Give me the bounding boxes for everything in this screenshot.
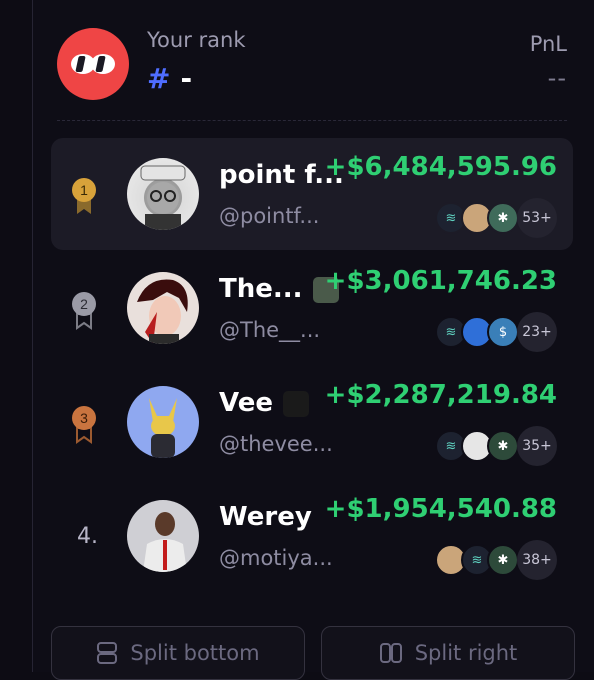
avatar[interactable] xyxy=(127,158,199,230)
more-tokens-badge[interactable]: 53+ xyxy=(517,198,557,238)
profile-badge-icon xyxy=(282,390,309,417)
trader-name[interactable]: The... xyxy=(219,274,339,304)
user-avatar xyxy=(57,28,129,100)
more-tokens-badge[interactable]: 38+ xyxy=(517,540,557,580)
token-avatar-icon: ✱ xyxy=(487,430,519,462)
token-stack[interactable]: ≋ ✱ 38+ xyxy=(435,540,557,580)
portrait-icon xyxy=(140,165,186,230)
avatar[interactable] xyxy=(127,386,199,458)
gold-medal-icon: 1 xyxy=(72,178,96,214)
split-bottom-label: Split bottom xyxy=(130,641,260,665)
bronze-medal-icon: 3 xyxy=(72,406,96,444)
token-avatar-icon: $ xyxy=(487,316,519,348)
leaderboard-row[interactable]: 4. Werey @motiya... +$1,954,540.88 ≋ ✱ 3… xyxy=(51,480,573,592)
leaderboard-row[interactable]: 2 The... @The__... +$3,061,746.23 ≋ $ 23… xyxy=(51,252,573,364)
scroll-fade xyxy=(33,590,594,630)
trader-handle: @pointf... xyxy=(219,204,320,228)
pnl-amount: +$3,061,746.23 xyxy=(324,266,557,296)
leaderboard-panel: Your rank # - PnL -- 1 point f... @pointf… xyxy=(32,0,594,680)
rank-number: 4. xyxy=(77,524,98,549)
pnl-amount: +$1,954,540.88 xyxy=(324,494,557,524)
svg-text:2: 2 xyxy=(80,296,88,312)
leaderboard-row[interactable]: 3 Vee @thevee... +$2,287,219.84 ≋ ✱ 35+ xyxy=(51,366,573,478)
trader-handle: @motiya... xyxy=(219,546,333,570)
pnl-value: -- xyxy=(547,64,567,92)
trader-handle: @thevee... xyxy=(219,432,333,456)
header-divider xyxy=(57,120,567,121)
more-tokens-badge[interactable]: 23+ xyxy=(517,312,557,352)
leaderboard-row[interactable]: 1 point f... @pointf... +$6,484,595.96 ≋… xyxy=(51,138,573,250)
token-stack[interactable]: ≋ ✱ 35+ xyxy=(435,426,557,466)
svg-text:3: 3 xyxy=(80,410,88,426)
anime-portrait-icon xyxy=(137,279,188,344)
avatar[interactable] xyxy=(127,500,199,572)
portrait-icon xyxy=(143,512,187,572)
rank-hash: # xyxy=(147,62,171,95)
eyes-logo-icon xyxy=(71,54,115,74)
token-avatar-icon: ✱ xyxy=(487,544,519,576)
pnl-amount: +$2,287,219.84 xyxy=(324,380,557,410)
svg-text:1: 1 xyxy=(80,182,88,198)
pnl-label: PnL xyxy=(529,32,567,56)
split-right-label: Split right xyxy=(414,641,518,665)
rank-number: - xyxy=(180,62,193,95)
token-avatar-icon: ✱ xyxy=(487,202,519,234)
split-bottom-icon xyxy=(97,642,118,664)
split-right-icon xyxy=(379,643,402,663)
trader-name[interactable]: Vee xyxy=(219,388,309,418)
your-rank-label: Your rank xyxy=(147,28,246,52)
silver-medal-icon: 2 xyxy=(72,292,96,330)
more-tokens-badge[interactable]: 35+ xyxy=(517,426,557,466)
token-stack[interactable]: ≋ ✱ 53+ xyxy=(435,198,557,238)
your-rank-value: # - xyxy=(147,62,192,95)
pnl-amount: +$6,484,595.96 xyxy=(324,152,557,182)
trader-name[interactable]: Werey xyxy=(219,502,312,532)
trader-handle: @The__... xyxy=(219,318,321,342)
cartoon-fox-icon xyxy=(149,398,177,458)
token-stack[interactable]: ≋ $ 23+ xyxy=(435,312,557,352)
avatar[interactable] xyxy=(127,272,199,344)
